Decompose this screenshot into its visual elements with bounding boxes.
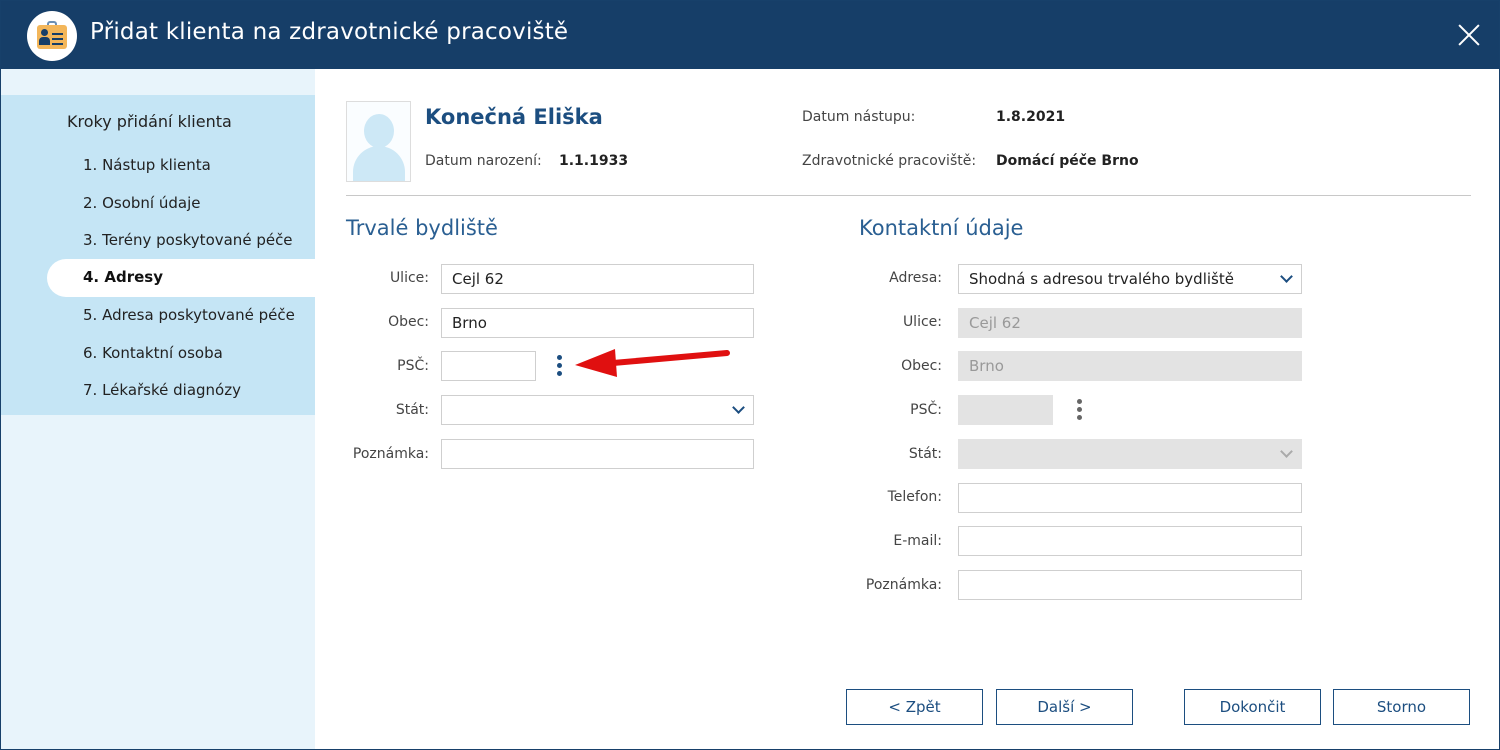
back-button[interactable]: < Zpět <box>846 689 983 725</box>
contact-street-input: Cejl 62 <box>958 308 1302 338</box>
permanent-street-input[interactable]: Cejl 62 <box>441 264 754 294</box>
step-3-tereny[interactable]: 3. Terény poskytované péče <box>83 231 293 249</box>
contact-address-label: Adresa: <box>889 270 942 286</box>
permanent-country-label: Stát: <box>395 402 429 418</box>
more-vertical-icon[interactable] <box>555 353 565 379</box>
birth-date-value: 1.1.1933 <box>559 153 629 169</box>
step-4-adresy-active[interactable]: 4. Adresy <box>47 259 315 297</box>
permanent-zip-input[interactable] <box>441 351 536 381</box>
contact-country-select <box>958 439 1302 469</box>
cancel-button[interactable]: Storno <box>1333 689 1470 725</box>
step-2-osobni-udaje[interactable]: 2. Osobní údaje <box>83 194 200 212</box>
step-5-adresa-pece[interactable]: 5. Adresa poskytované péče <box>83 306 295 324</box>
contact-city-label: Obec: <box>901 358 942 374</box>
start-date-value: 1.8.2021 <box>996 109 1066 125</box>
step-6-kontaktni-osoba[interactable]: 6. Kontaktní osoba <box>83 344 223 362</box>
contact-email-label: E-mail: <box>893 533 942 549</box>
client-name: Konečná Eliška <box>425 105 603 129</box>
contact-address-value: Shodná s adresou trvalého bydliště <box>969 270 1234 288</box>
permanent-city-label: Obec: <box>388 314 429 330</box>
permanent-zip-label: PSČ: <box>397 358 429 374</box>
contact-street-label: Ulice: <box>902 314 942 330</box>
chevron-down-icon <box>1280 270 1293 283</box>
permanent-note-label: Poznámka: <box>352 446 429 462</box>
header-divider <box>346 195 1471 196</box>
sidebar-title: Kroky přidání klienta <box>67 112 232 131</box>
client-photo-placeholder <box>346 101 411 182</box>
contact-address-select[interactable]: Shodná s adresou trvalého bydliště <box>958 264 1302 294</box>
finish-button[interactable]: Dokončit <box>1184 689 1321 725</box>
permanent-address-title: Trvalé bydliště <box>346 216 498 240</box>
annotation-arrow <box>575 349 730 377</box>
step-4-label: 4. Adresy <box>83 268 163 286</box>
permanent-city-input[interactable]: Brno <box>441 308 754 338</box>
contact-zip-label: PSČ: <box>910 402 942 418</box>
window-title: Přidat klienta na zdravotnické pracovišt… <box>90 19 569 45</box>
contact-phone-label: Telefon: <box>887 489 942 505</box>
step-7-diagnozy[interactable]: 7. Lékařské diagnózy <box>83 381 241 399</box>
contact-email-input[interactable] <box>958 526 1302 556</box>
permanent-note-input[interactable] <box>441 439 754 469</box>
contact-phone-input[interactable] <box>958 483 1302 513</box>
chevron-down-icon <box>1280 445 1293 458</box>
workplace-label: Zdravotnické pracoviště: <box>802 153 977 169</box>
permanent-country-select[interactable] <box>441 395 754 425</box>
workplace-value: Domácí péče Brno <box>996 153 1139 169</box>
client-card-icon <box>27 11 77 61</box>
contact-country-label: Stát: <box>908 446 942 462</box>
contact-note-input[interactable] <box>958 570 1302 600</box>
dialog-window: Přidat klienta na zdravotnické pracovišt… <box>0 0 1500 750</box>
birth-date-label: Datum narození: <box>425 153 542 169</box>
contact-zip-input <box>958 395 1053 425</box>
contact-note-label: Poznámka: <box>865 577 942 593</box>
steps-sidebar: Kroky přidání klienta 1. Nástup klienta … <box>1 95 315 415</box>
more-vertical-icon <box>1075 397 1085 423</box>
permanent-street-label: Ulice: <box>389 270 429 286</box>
close-icon[interactable] <box>1451 17 1487 53</box>
step-1-nastup[interactable]: 1. Nástup klienta <box>83 156 211 174</box>
contact-city-input: Brno <box>958 351 1302 381</box>
next-button[interactable]: Další > <box>996 689 1133 725</box>
title-bar: Přidat klienta na zdravotnické pracovišt… <box>1 1 1499 69</box>
contact-title: Kontaktní údaje <box>859 216 1024 240</box>
start-date-label: Datum nástupu: <box>802 109 916 125</box>
chevron-down-icon <box>732 401 745 414</box>
